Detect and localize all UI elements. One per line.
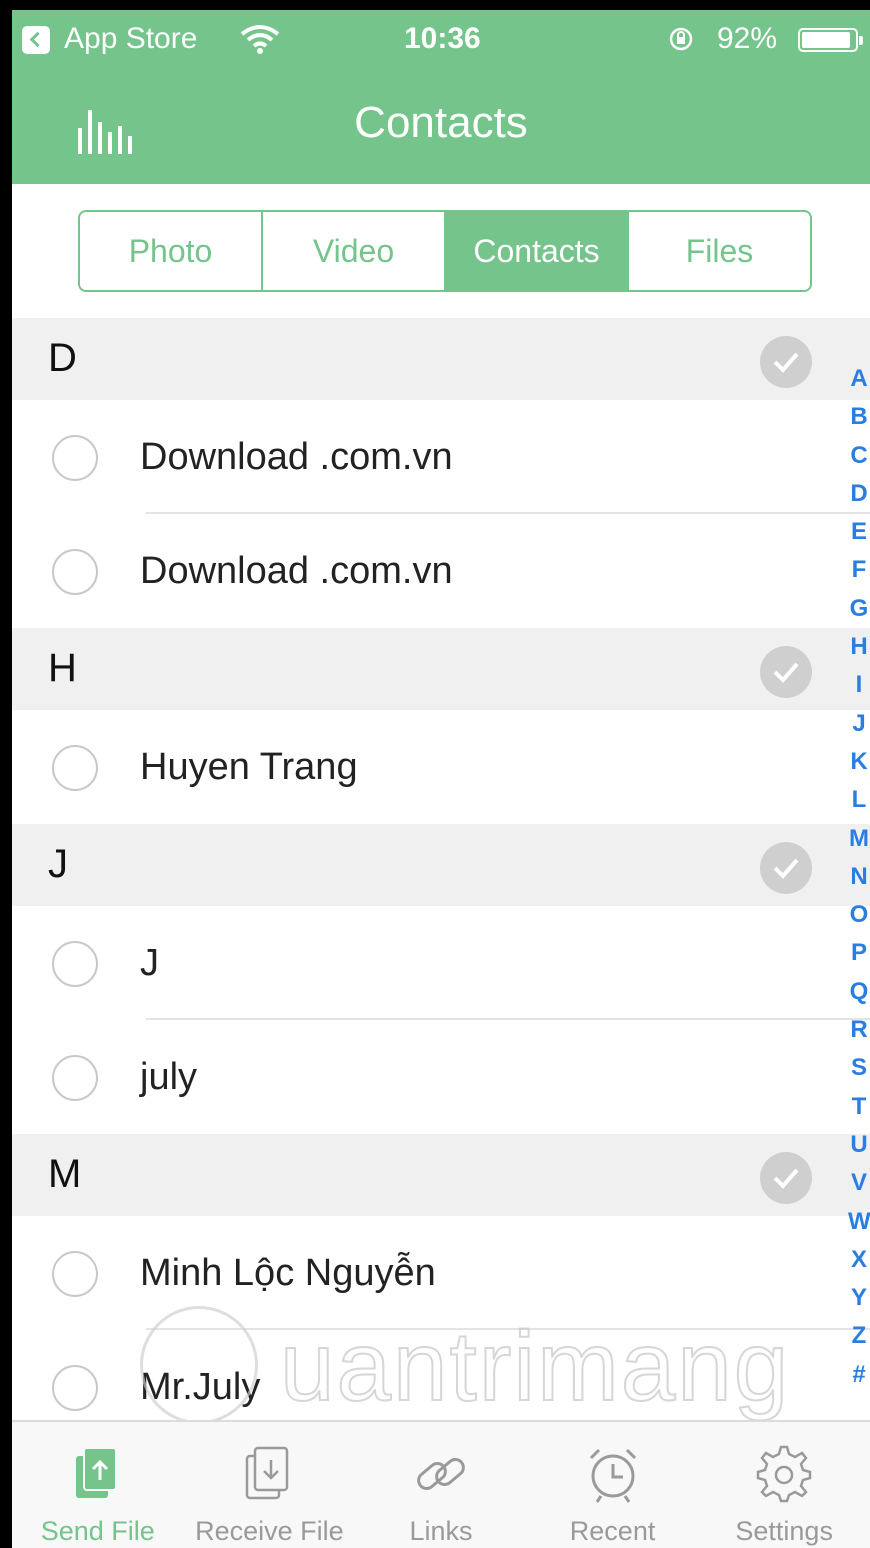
index-letter[interactable]: V — [848, 1164, 870, 1202]
contact-name: Minh Lộc Nguyễn — [140, 1252, 436, 1294]
tab-label: Recent — [569, 1516, 656, 1546]
tab-label: Settings — [735, 1516, 833, 1546]
tab-receive-file[interactable]: Receive File — [184, 1422, 356, 1548]
section-header-m: M — [12, 1134, 870, 1216]
contact-name: Download .com.vn — [140, 550, 453, 592]
back-app-label[interactable]: App Store — [64, 22, 197, 56]
select-radio[interactable] — [52, 1251, 98, 1297]
receive-file-icon — [246, 1446, 289, 1500]
index-letter[interactable]: C — [848, 437, 870, 475]
link-icon — [417, 1458, 465, 1490]
select-radio[interactable] — [52, 549, 98, 595]
index-letter[interactable]: U — [848, 1126, 870, 1164]
index-letter[interactable]: Z — [848, 1317, 870, 1355]
contact-name: Download .com.vn — [140, 436, 453, 478]
tab-photo[interactable]: Photo — [80, 212, 261, 290]
index-letter[interactable]: X — [848, 1241, 870, 1279]
index-letter[interactable]: Q — [848, 973, 870, 1011]
tab-contacts[interactable]: Contacts — [444, 212, 627, 290]
select-radio[interactable] — [52, 1365, 98, 1411]
index-letter[interactable]: # — [848, 1356, 870, 1394]
index-letter[interactable]: J — [848, 705, 870, 743]
select-radio[interactable] — [52, 1055, 98, 1101]
watermark-text: uantrimang — [279, 1310, 791, 1422]
index-letter[interactable]: L — [848, 781, 870, 819]
list-item[interactable]: july — [12, 1020, 870, 1134]
index-letter[interactable]: K — [848, 743, 870, 781]
select-radio[interactable] — [52, 941, 98, 987]
alphabet-index[interactable]: A B C D E F G H I J K L M N O P Q R S T U V W X Y Z # — [848, 360, 870, 1394]
battery-percent: 92% — [717, 22, 778, 55]
gear-icon — [756, 1445, 812, 1503]
section-letter: M — [48, 1152, 82, 1196]
index-letter[interactable]: Y — [848, 1279, 870, 1317]
select-section-check-icon[interactable] — [760, 1152, 812, 1204]
index-letter[interactable]: I — [848, 666, 870, 704]
index-letter[interactable]: T — [848, 1088, 870, 1126]
list-item[interactable]: J — [12, 906, 870, 1020]
rotation-lock-icon — [669, 27, 693, 51]
tab-label: Links — [409, 1516, 473, 1546]
list-item[interactable]: Download .com.vn — [12, 514, 870, 628]
index-letter[interactable]: H — [848, 628, 870, 666]
section-header-d: D — [12, 318, 870, 400]
index-letter[interactable]: A — [848, 360, 870, 398]
watermark: uantrimang — [130, 1306, 840, 1436]
tab-video[interactable]: Video — [261, 212, 444, 290]
index-letter[interactable]: W — [848, 1203, 870, 1241]
index-letter[interactable]: N — [848, 858, 870, 896]
section-header-j: J — [12, 824, 870, 906]
back-to-app-icon[interactable] — [22, 26, 50, 54]
select-section-check-icon[interactable] — [760, 336, 812, 388]
index-letter[interactable]: P — [848, 934, 870, 972]
status-bar: App Store 10:36 92% — [12, 10, 870, 66]
category-segmented-control: Photo Video Contacts Files — [78, 210, 812, 292]
contact-name: J — [140, 942, 159, 984]
index-letter[interactable]: E — [848, 513, 870, 551]
tab-send-file[interactable]: Send File — [12, 1422, 184, 1548]
list-item[interactable]: Download .com.vn — [12, 400, 870, 514]
tab-recent[interactable]: Recent — [527, 1422, 699, 1548]
tab-settings[interactable]: Settings — [698, 1422, 870, 1548]
select-radio[interactable] — [52, 745, 98, 791]
battery-icon — [798, 28, 863, 52]
index-letter[interactable]: F — [848, 551, 870, 589]
index-letter[interactable]: O — [848, 896, 870, 934]
select-section-check-icon[interactable] — [760, 842, 812, 894]
section-letter: H — [48, 646, 77, 690]
select-section-check-icon[interactable] — [760, 646, 812, 698]
send-file-icon — [75, 1447, 117, 1498]
index-letter[interactable]: R — [848, 1011, 870, 1049]
page-title: Contacts — [354, 98, 528, 147]
index-letter[interactable]: M — [848, 820, 870, 858]
section-letter: D — [48, 336, 77, 380]
tab-label: Send File — [40, 1516, 155, 1546]
watermark-logo — [140, 1306, 258, 1424]
tab-label: Receive File — [195, 1516, 344, 1546]
header: App Store 10:36 92% Contacts — [12, 10, 870, 184]
index-letter[interactable]: D — [848, 475, 870, 513]
contact-list: D Download .com.vn Download .com.vn H Hu… — [12, 318, 870, 1444]
contact-name: july — [140, 1056, 198, 1098]
tab-files[interactable]: Files — [627, 212, 810, 290]
app-screen: App Store 10:36 92% Contacts Photo Video… — [12, 10, 870, 1548]
section-header-h: H — [12, 628, 870, 710]
section-letter: J — [48, 842, 68, 886]
tab-links[interactable]: Links — [355, 1422, 527, 1548]
list-item[interactable]: Huyen Trang — [12, 710, 870, 824]
select-radio[interactable] — [52, 435, 98, 481]
contact-name: Huyen Trang — [140, 746, 358, 788]
wifi-icon — [240, 25, 280, 54]
index-letter[interactable]: S — [848, 1049, 870, 1087]
alarm-clock-icon — [589, 1448, 636, 1503]
index-letter[interactable]: B — [848, 398, 870, 436]
bottom-tab-bar: Send File Receive File Links Recent Sett… — [12, 1420, 870, 1548]
index-letter[interactable]: G — [848, 590, 870, 628]
clock: 10:36 — [404, 22, 481, 55]
